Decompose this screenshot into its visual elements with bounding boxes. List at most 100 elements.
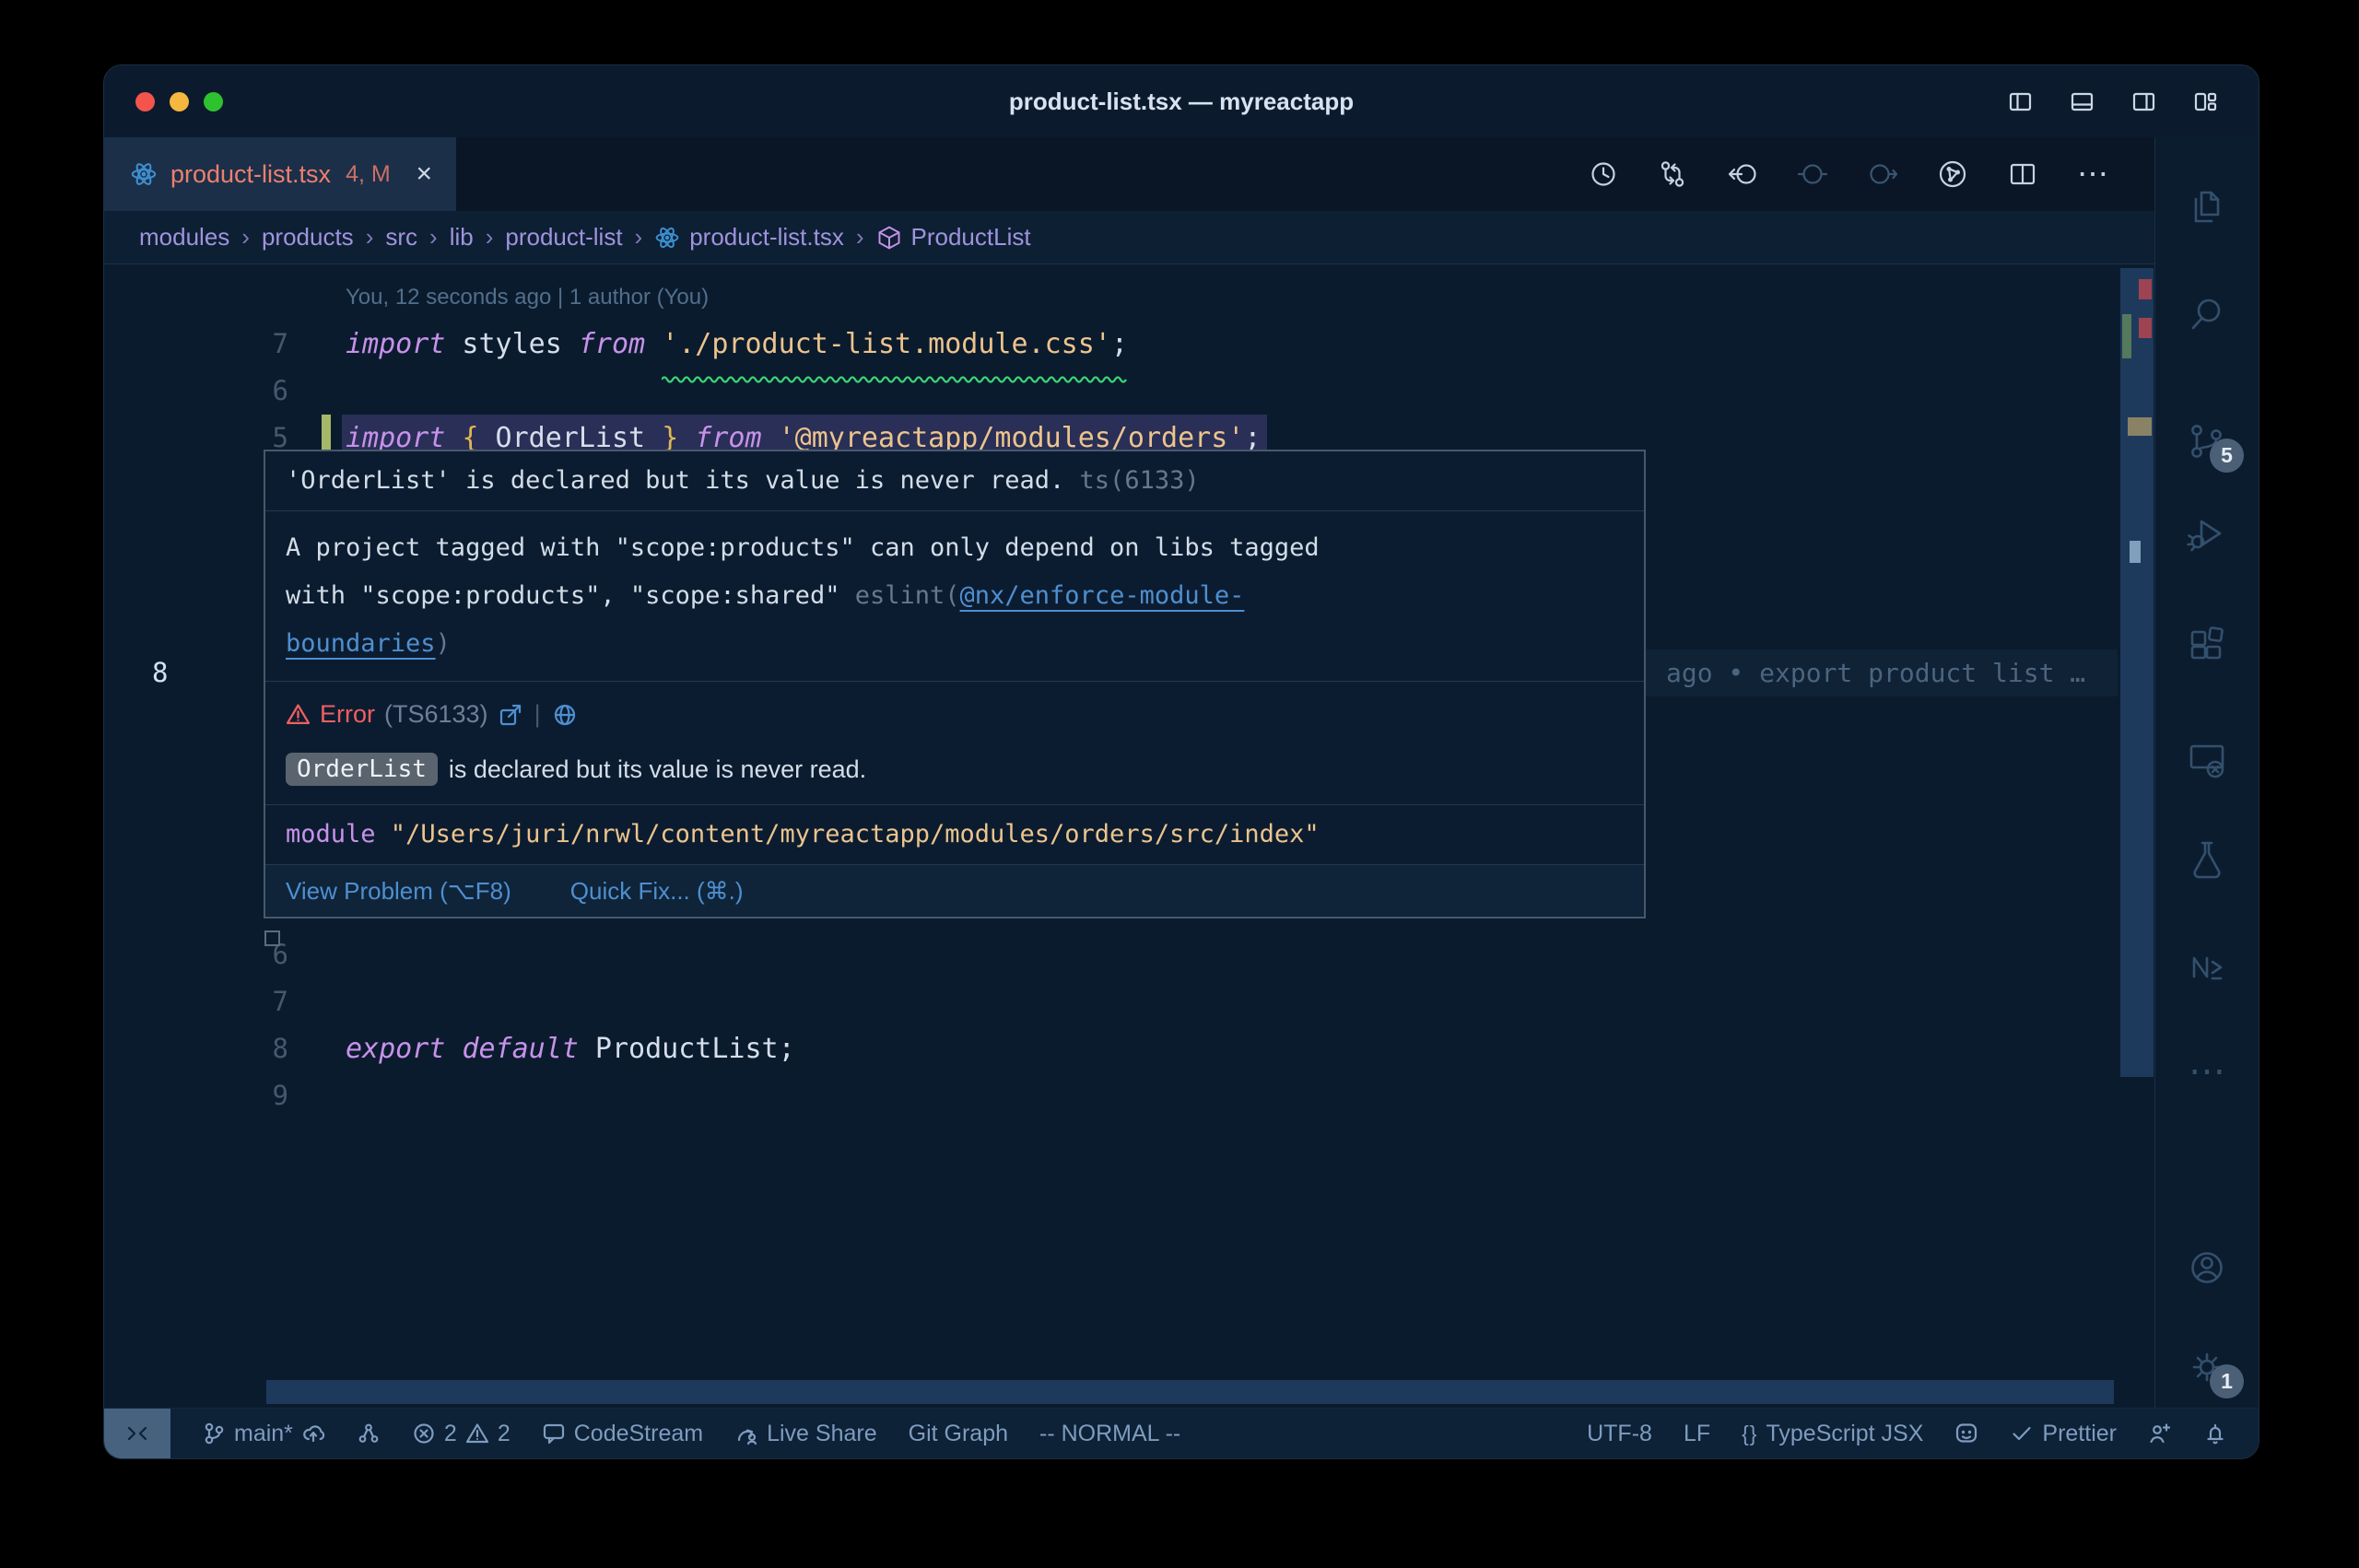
globe-icon[interactable]: [552, 702, 578, 728]
bell-icon: [2203, 1422, 2227, 1445]
activity-testing[interactable]: [2185, 836, 2229, 880]
line-number[interactable]: 1: [104, 603, 288, 649]
quick-fix-action[interactable]: Quick Fix... (⌘.): [570, 877, 744, 906]
line-number[interactable]: 8: [104, 1025, 288, 1072]
line-number[interactable]: 4: [104, 462, 288, 509]
code-line[interactable]: 7: [104, 978, 2118, 1025]
vscode-window: product-list.tsx — myreactapp product-li…: [103, 64, 2259, 1459]
code-line[interactable]: 6: [104, 931, 2118, 978]
error-severity: Error: [320, 700, 375, 729]
statusbar-feedback[interactable]: [2148, 1422, 2172, 1445]
nav-prev-icon[interactable]: [1797, 158, 1828, 190]
statusbar-git-branch[interactable]: main*: [202, 1421, 325, 1447]
breadcrumb-item-productlist[interactable]: ProductList: [876, 223, 1031, 252]
rule-link[interactable]: boundaries: [286, 629, 436, 658]
cube-icon: [876, 225, 902, 251]
nx-console-icon: [2185, 945, 2229, 989]
nav-back-icon[interactable]: [1727, 158, 1758, 190]
activity-source-control[interactable]: 5: [2185, 419, 2229, 463]
run-circle-icon[interactable]: [1937, 158, 1968, 190]
line-number[interactable]: 4: [104, 837, 288, 884]
line-number[interactable]: 3: [104, 509, 288, 556]
statusbar-encoding[interactable]: UTF-8: [1587, 1421, 1652, 1447]
layout-sidebar-right-icon[interactable]: [2131, 89, 2156, 114]
layout-panel-icon[interactable]: [2070, 89, 2095, 114]
minimize-window-button[interactable]: [170, 92, 189, 111]
statusbar-git-graph[interactable]: Git Graph: [909, 1421, 1008, 1447]
code-editor[interactable]: You, 12 seconds ago | 1 author (You)7imp…: [104, 264, 2154, 1408]
activity-run-debug[interactable]: [2185, 510, 2229, 555]
layout-sidebar-left-icon[interactable]: [2008, 89, 2033, 114]
diagnostic-text: 'OrderList' is declared but its value is…: [286, 466, 1064, 495]
breadcrumb-item-src[interactable]: src: [385, 223, 417, 252]
line-number[interactable]: 3: [104, 790, 288, 837]
remote-explorer-icon: [2185, 736, 2229, 780]
statusbar-codestream[interactable]: CodeStream: [542, 1421, 703, 1447]
breadcrumb-item-products[interactable]: products: [262, 223, 354, 252]
line-number[interactable]: 8: [104, 649, 288, 696]
line-number[interactable]: 6: [104, 931, 288, 978]
git-compare-icon[interactable]: [1657, 158, 1688, 190]
breadcrumb-item-lib[interactable]: lib: [450, 223, 474, 252]
line-number[interactable]: 7: [104, 978, 288, 1025]
scrollbar-slider[interactable]: [2120, 268, 2154, 1077]
line-number[interactable]: 2: [104, 556, 288, 603]
remote-indicator[interactable]: [104, 1409, 170, 1458]
cloud-upload-icon: [301, 1422, 325, 1445]
statusbar-language[interactable]: {}TypeScript JSX: [1742, 1421, 1923, 1447]
activity-remote-explorer[interactable]: [2185, 736, 2229, 780]
line-number[interactable]: 5: [104, 884, 288, 931]
view-problem-action[interactable]: View Problem (⌥F8): [286, 877, 511, 906]
accounts-icon: [2185, 1246, 2229, 1290]
breadcrumb-separator: ›: [635, 223, 643, 252]
remote-indicator-icon: [124, 1421, 150, 1446]
line-number[interactable]: 2: [104, 743, 288, 790]
line-number[interactable]: 5: [104, 415, 288, 462]
statusbar-eol[interactable]: LF: [1684, 1421, 1710, 1447]
activity-settings[interactable]: 1: [2185, 1345, 2229, 1389]
breadcrumb-separator: ›: [486, 223, 494, 252]
activity-accounts[interactable]: [2185, 1246, 2229, 1290]
statusbar-vim-mode[interactable]: -- NORMAL --: [1039, 1421, 1180, 1447]
eslint-message: A project tagged with "scope:products" c…: [265, 511, 1644, 682]
statusbar-commit-graph[interactable]: [357, 1422, 381, 1445]
activity-nx-console[interactable]: [2185, 945, 2229, 989]
activity-extensions[interactable]: [2185, 621, 2229, 665]
breadcrumb-item-product-list-tsx[interactable]: product-list.tsx: [654, 223, 844, 252]
statusbar-prettier[interactable]: Prettier: [2010, 1421, 2117, 1447]
zoom-window-button[interactable]: [204, 92, 223, 111]
codelens-annotation[interactable]: You, 12 seconds ago | 1 author (You): [346, 274, 709, 321]
codelens-row[interactable]: You, 12 seconds ago | 1 author (You): [104, 274, 2118, 321]
line-number[interactable]: 6: [104, 368, 288, 415]
statusbar-notifications[interactable]: [2203, 1422, 2227, 1445]
statusbar-problems[interactable]: 22: [412, 1421, 511, 1447]
vertical-scrollbar[interactable]: [2119, 264, 2154, 1408]
tooltip-resize-handle[interactable]: [264, 930, 280, 946]
code-line[interactable]: 9: [104, 1072, 2118, 1119]
line-number[interactable]: 1: [104, 696, 288, 743]
ruler-error-mark: [2139, 279, 2152, 299]
statusbar-live-share[interactable]: Live Share: [734, 1421, 877, 1447]
line-number[interactable]: 7: [104, 321, 288, 368]
activity-search[interactable]: [2185, 292, 2229, 336]
close-window-button[interactable]: [135, 92, 155, 111]
nav-next-icon[interactable]: [1867, 158, 1898, 190]
split-editor-icon[interactable]: [2007, 158, 2038, 190]
external-link-icon[interactable]: [498, 702, 523, 728]
breadcrumb-item-product-list[interactable]: product-list: [505, 223, 622, 252]
close-tab-icon[interactable]: ×: [416, 160, 432, 188]
activity-explorer[interactable]: [2185, 185, 2229, 229]
activity-bar: 5 ⋯ 1: [2154, 137, 2259, 1408]
code-line[interactable]: 8export default ProductList;: [104, 1025, 2118, 1072]
tab-product-list[interactable]: product-list.tsx 4, M ×: [104, 137, 456, 211]
breadcrumb-item-modules[interactable]: modules: [139, 223, 229, 252]
horizontal-scrollbar[interactable]: [266, 1380, 2114, 1404]
activity-more-views[interactable]: ⋯: [2185, 1053, 2229, 1097]
history-icon[interactable]: [1587, 158, 1618, 190]
layout-customize-icon[interactable]: [2193, 89, 2218, 114]
code-line[interactable]: 6: [104, 368, 2118, 415]
code-line[interactable]: 7import styles from './product-list.modu…: [104, 321, 2118, 368]
statusbar-copilot[interactable]: [1954, 1422, 1978, 1445]
line-number[interactable]: 9: [104, 1072, 288, 1119]
rule-link[interactable]: @nx/enforce-module-: [960, 581, 1245, 610]
